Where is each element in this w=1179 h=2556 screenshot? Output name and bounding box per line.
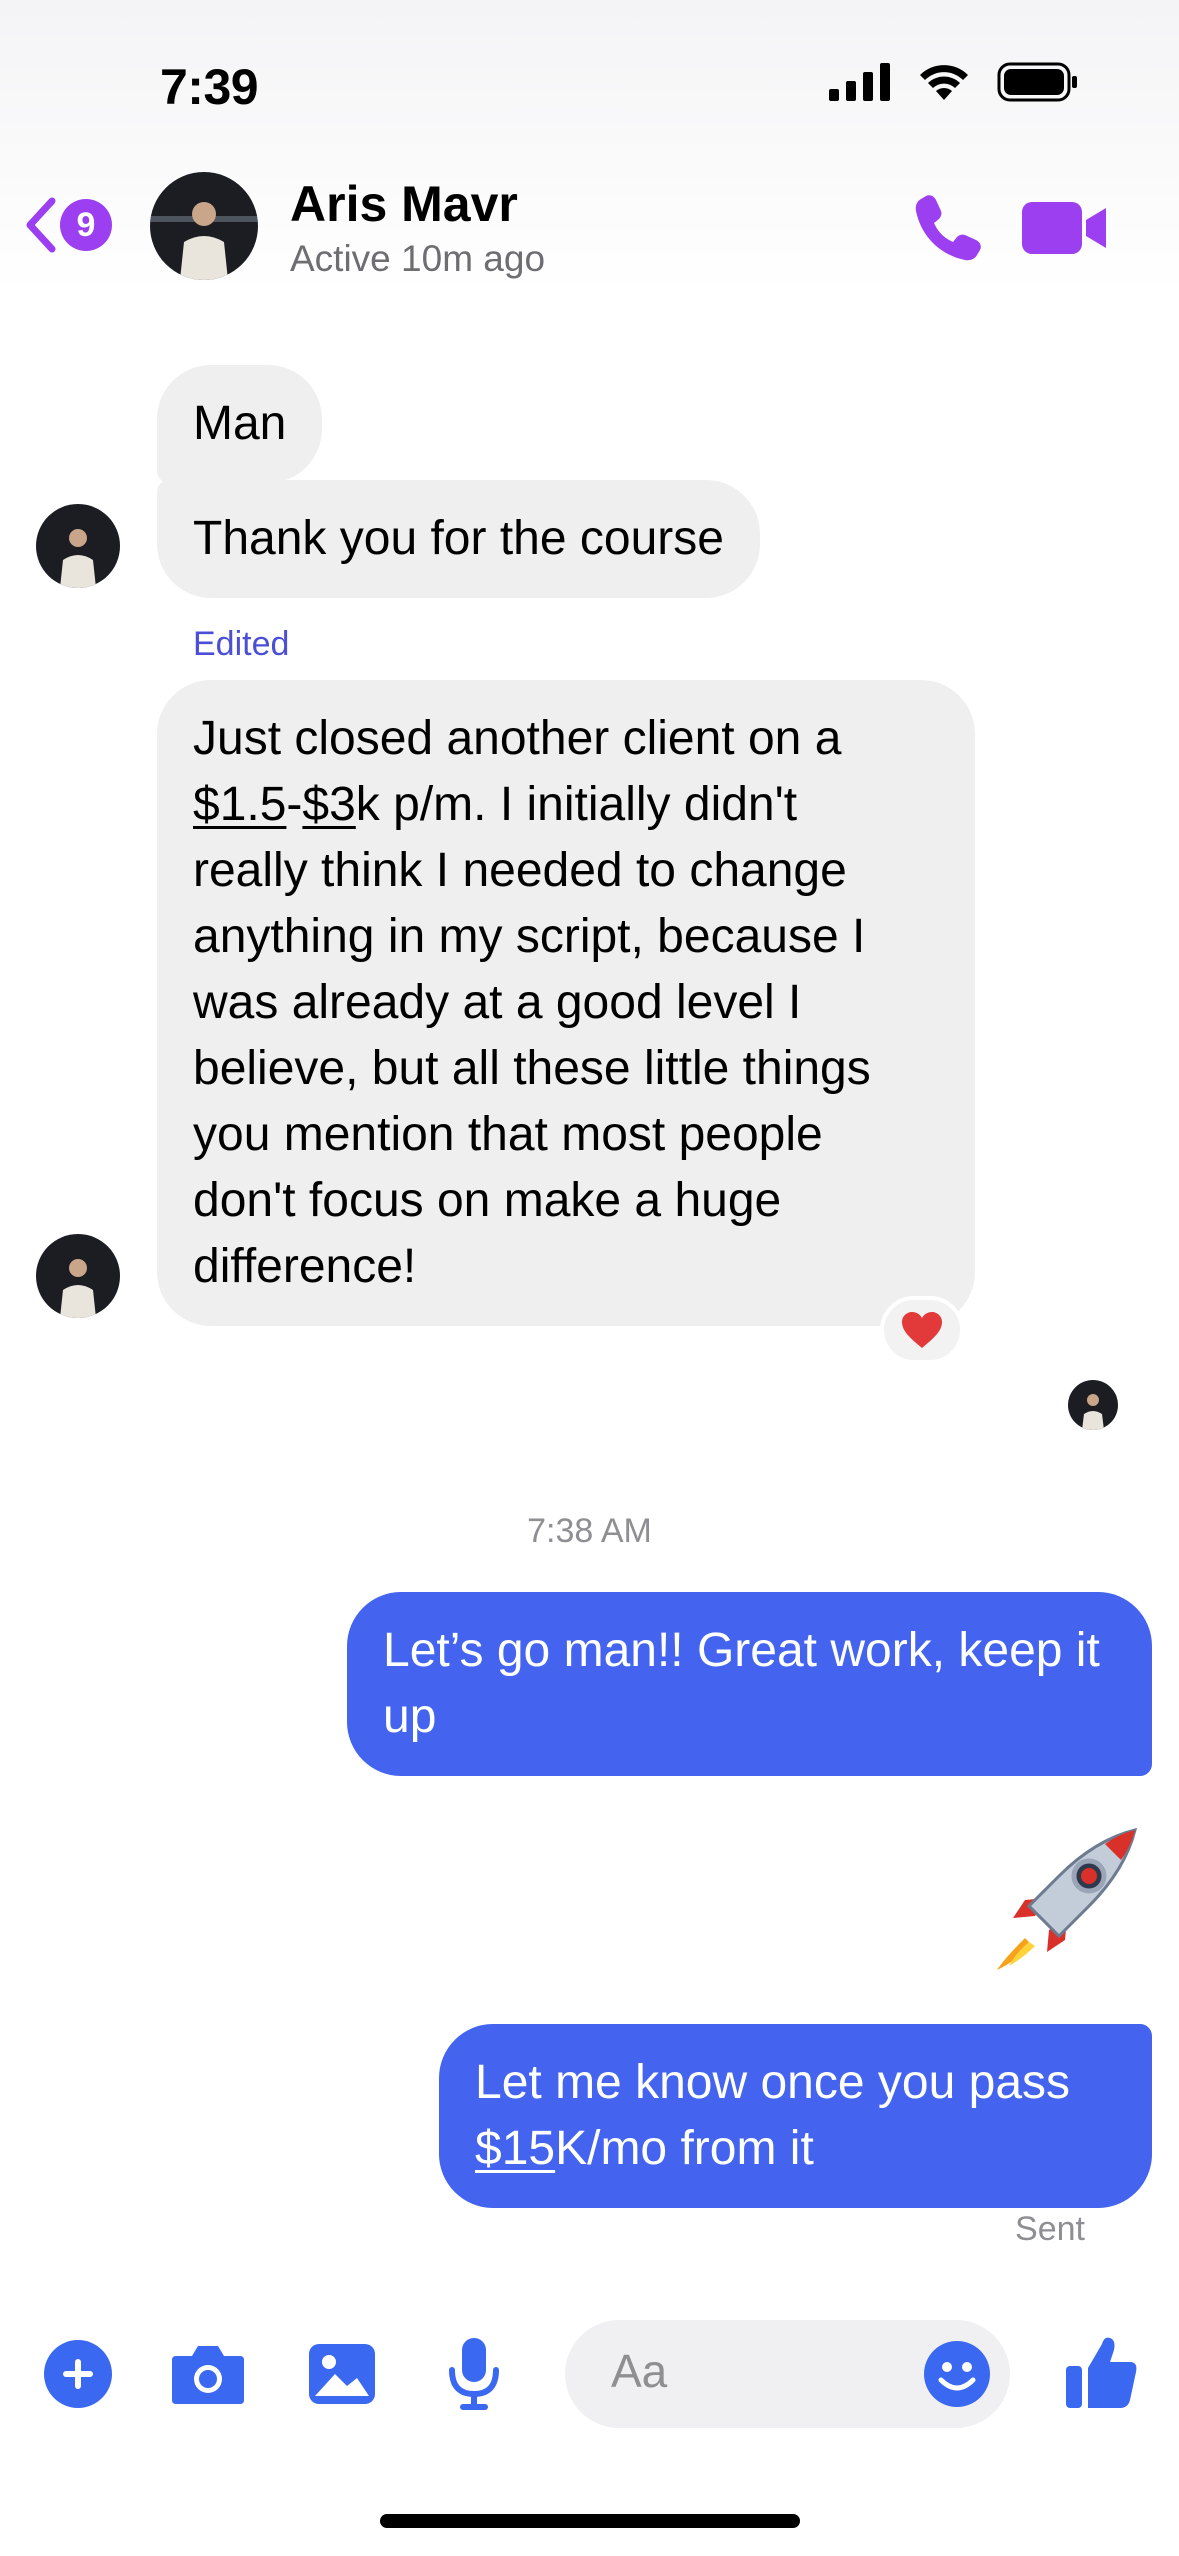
read-receipt-avatar	[1068, 1380, 1118, 1430]
message-bubble-outgoing[interactable]: Let me know once you pass $15K/mo from i…	[439, 2024, 1152, 2208]
message-line: difference!	[193, 1240, 417, 1293]
battery-icon	[997, 62, 1077, 102]
message-line: Just closed another client on a	[193, 712, 842, 765]
back-button[interactable]: 9	[20, 185, 130, 265]
message-bubble-incoming[interactable]: Thank you for the course	[157, 480, 760, 598]
sender-avatar[interactable]	[36, 504, 120, 588]
sent-status: Sent	[1015, 2210, 1085, 2248]
sender-avatar[interactable]	[36, 1234, 120, 1318]
rocket-emoji[interactable]	[985, 1820, 1145, 1980]
image-icon	[309, 2344, 375, 2404]
phone-icon	[915, 195, 981, 261]
video-call-button[interactable]	[1020, 192, 1110, 264]
unread-count-badge: 9	[60, 199, 112, 251]
message-bubble-incoming[interactable]: Man	[157, 365, 323, 483]
video-camera-icon	[1022, 202, 1106, 254]
emoji-icon[interactable]	[923, 2340, 991, 2408]
message-bubble-outgoing[interactable]: Let’s go man!! Great work, keep it up	[347, 1592, 1152, 1776]
message-text: K/mo from it	[555, 2122, 814, 2175]
message-line: was already at a good level I	[193, 976, 802, 1029]
message-line: believe, but all these little things	[193, 1042, 871, 1095]
money-link[interactable]: $3	[302, 778, 355, 831]
money-link[interactable]: $1.5	[193, 778, 286, 831]
audio-call-button[interactable]	[910, 190, 982, 262]
heart-reaction[interactable]	[880, 1296, 964, 1364]
voice-message-button[interactable]	[436, 2336, 512, 2412]
status-icons	[829, 62, 1079, 102]
camera-button[interactable]	[170, 2336, 246, 2412]
message-line: anything in my script, because I	[193, 910, 866, 963]
message-line: $15K/mo from it	[475, 2116, 1116, 2182]
message-line: don't focus on make a huge	[193, 1174, 782, 1227]
like-button[interactable]	[1062, 2330, 1142, 2414]
status-time: 7:39	[160, 59, 259, 115]
money-link[interactable]: $15	[475, 2122, 555, 2175]
contact-name[interactable]: Aris Mavr	[290, 175, 518, 233]
message-line: you mention that most people	[193, 1108, 823, 1161]
gallery-button[interactable]	[304, 2336, 380, 2412]
chevron-left-icon	[26, 197, 56, 253]
message-input[interactable]	[611, 2344, 911, 2398]
more-actions-button[interactable]	[40, 2336, 116, 2412]
rocket-icon	[997, 1827, 1138, 1970]
contact-active-status: Active 10m ago	[290, 238, 546, 279]
thumbs-up-icon	[1066, 2337, 1137, 2408]
timestamp: 7:38 AM	[527, 1512, 652, 1550]
message-bubble-incoming[interactable]: Just closed another client on a $1.5-$3k…	[157, 680, 975, 1326]
signal-icon	[829, 63, 890, 101]
message-text: k p/m. I initially didn't	[355, 778, 798, 831]
home-indicator	[380, 2514, 800, 2528]
microphone-icon	[449, 2338, 499, 2410]
wifi-icon	[920, 65, 968, 100]
plus-circle-icon	[44, 2340, 112, 2408]
message-line: Let me know once you pass	[475, 2056, 1071, 2109]
message-compose-field[interactable]	[565, 2320, 1010, 2428]
heart-icon	[902, 1312, 942, 1348]
edited-label: Edited	[193, 625, 290, 663]
message-line: $1.5-$3k p/m. I initially didn't	[193, 772, 939, 838]
message-text: -	[286, 778, 303, 831]
contact-avatar[interactable]	[150, 172, 258, 280]
camera-icon	[172, 2346, 244, 2404]
message-line: really think I needed to change	[193, 844, 847, 897]
